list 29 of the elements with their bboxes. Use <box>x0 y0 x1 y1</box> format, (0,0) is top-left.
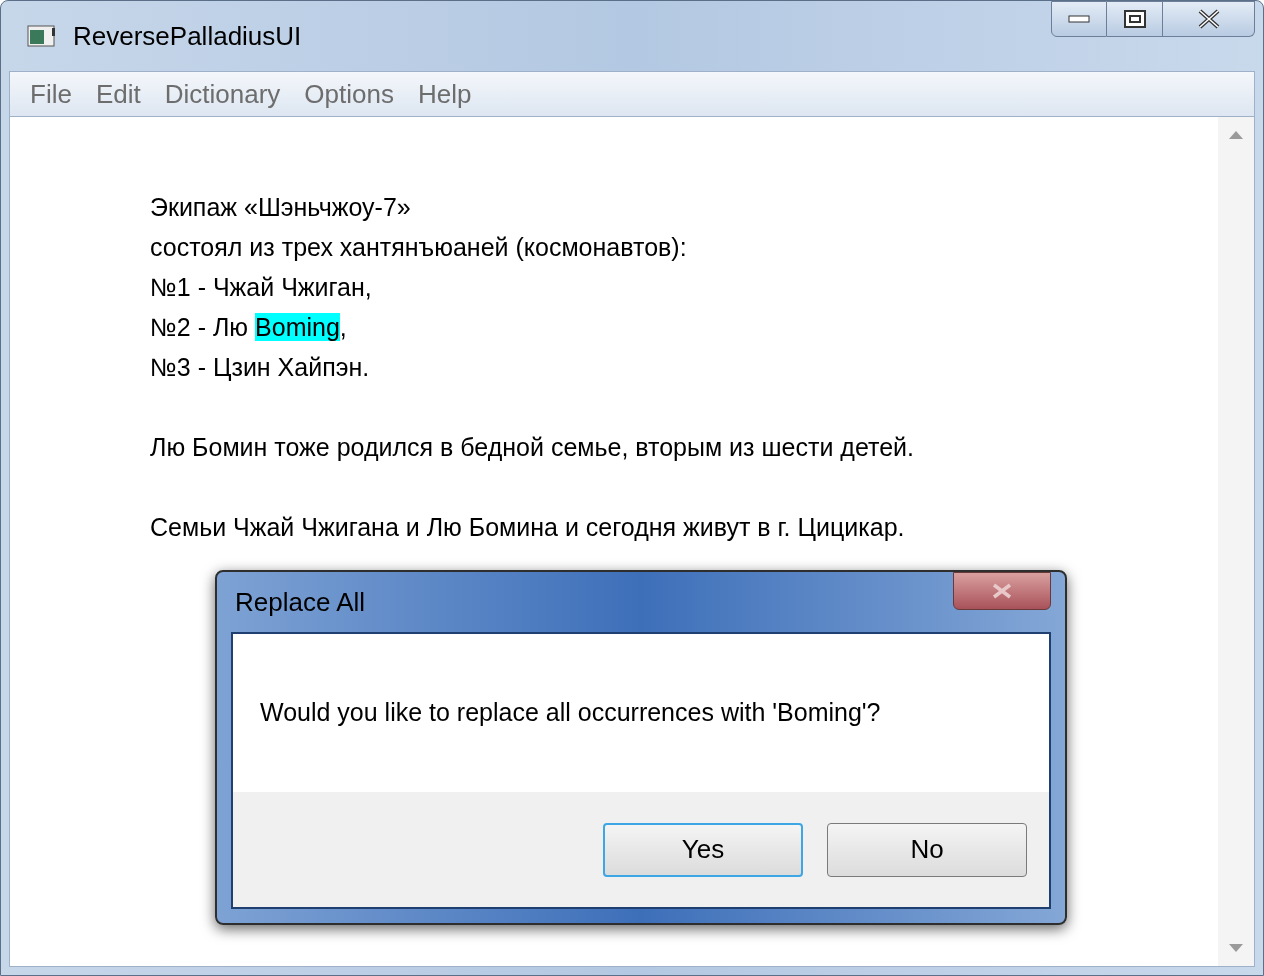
text-line: Экипаж «Шэньчжоу-7» <box>150 192 411 223</box>
dialog-button[interactable]: No <box>827 822 1027 877</box>
close-button[interactable] <box>1163 1 1255 37</box>
menu-item[interactable]: File <box>24 74 78 114</box>
menu-item[interactable]: Dictionary <box>158 74 287 114</box>
scroll-up-icon[interactable] <box>1229 131 1243 139</box>
dialog-button[interactable]: Yes <box>603 822 803 877</box>
window-title: ReversePalladiusUI <box>73 19 302 53</box>
close-icon <box>991 583 1013 599</box>
close-icon <box>1196 9 1221 29</box>
app-icon <box>27 24 57 48</box>
minimize-icon <box>1068 15 1090 23</box>
vertical-scrollbar[interactable] <box>1218 117 1254 966</box>
text-line: Семьи Чжай Чжигана и Лю Бомина и сегодня живут в г. Цицикар. <box>150 512 905 543</box>
menu-item[interactable]: Help <box>411 74 478 114</box>
dialog-close-button[interactable] <box>953 572 1051 610</box>
text-line: №2 - Лю Boming, <box>150 312 347 343</box>
text-line: №3 - Цзин Хайпэн. <box>150 352 370 383</box>
minimize-button[interactable] <box>1051 1 1107 37</box>
text-line: №1 - Чжай Чжиган, <box>150 272 372 303</box>
scroll-down-icon[interactable] <box>1229 944 1243 952</box>
menu-item[interactable]: Edit <box>89 74 147 114</box>
dialog-title: Replace All <box>235 585 366 619</box>
menu-item[interactable]: Options <box>298 74 400 114</box>
dialog-message: Would you like to replace all occurrences with 'Boming'? <box>260 697 881 729</box>
maximize-button[interactable] <box>1107 1 1163 37</box>
maximize-icon <box>1123 10 1146 28</box>
text-line: Лю Бомин тоже родился в бедной семье, вторым из шести детей. <box>150 432 914 463</box>
text-line: состоял из трех хантянъюаней (космонавтов): <box>150 232 687 263</box>
